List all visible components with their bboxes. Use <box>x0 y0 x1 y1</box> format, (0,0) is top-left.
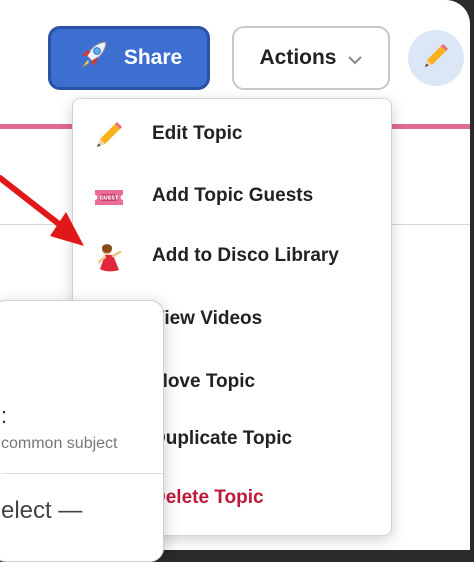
menu-item-label: Duplicate Topic <box>152 428 293 449</box>
panel-colon: : <box>1 403 8 428</box>
menu-item-add-topic-guests[interactable]: GUEST Add Topic Guests <box>73 168 391 224</box>
annotation-arrow-icon <box>0 175 84 246</box>
menu-item-label: Add to Disco Library <box>152 245 339 266</box>
panel-divider <box>1 473 163 474</box>
actions-label: Actions <box>259 46 337 69</box>
menu-item-edit-topic[interactable]: Edit Topic <box>73 106 391 162</box>
avatar[interactable] <box>408 30 464 86</box>
menu-item-label: Move Topic <box>152 371 256 392</box>
chevron-down-icon <box>347 49 363 70</box>
page-card: Share Actions Edit Topic GUEST Add Topic… <box>0 0 470 562</box>
rocket-icon <box>76 38 110 78</box>
menu-item-label: View Videos <box>152 308 263 329</box>
pencil-icon <box>421 41 451 76</box>
share-label: Share <box>123 46 183 69</box>
menu-item-label: Delete Topic <box>152 487 264 508</box>
background-panel: : common subject elect — <box>0 300 164 562</box>
menu-item-label: Add Topic Guests <box>152 185 314 206</box>
share-button[interactable]: Share <box>48 26 210 90</box>
actions-button[interactable]: Actions <box>232 26 390 90</box>
menu-item-label: Edit Topic <box>152 123 243 144</box>
panel-subject-text: common subject <box>1 435 118 452</box>
menu-item-add-to-disco-library[interactable]: Add to Disco Library <box>73 228 391 284</box>
panel-select[interactable]: elect — <box>1 497 82 525</box>
